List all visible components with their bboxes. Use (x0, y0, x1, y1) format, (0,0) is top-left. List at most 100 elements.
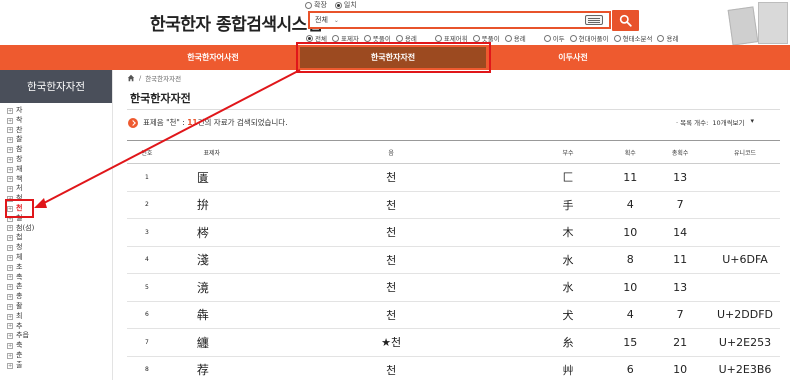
radio-icon (395, 34, 403, 42)
cell-hanja[interactable]: 荐 (166, 356, 257, 380)
cell-unicode: U+2E3B6 (710, 356, 780, 380)
expand-icon[interactable]: + (7, 284, 13, 291)
filter-example-2[interactable]: 용례 (504, 33, 526, 43)
site-title[interactable]: 한국한자 종합검색시스템 (150, 10, 322, 35)
sidebar-item[interactable]: + 출 (7, 361, 34, 371)
sidebar-item[interactable]: + 찰 (7, 135, 34, 145)
expand-icon[interactable]: + (7, 362, 13, 369)
search-input[interactable] (360, 13, 585, 27)
sidebar-item[interactable]: + 촌 (7, 282, 34, 292)
cell-total: 13 (650, 273, 711, 302)
table-row[interactable]: 4 淺 천 水 8 11 U+6DFA (127, 246, 780, 274)
expand-icon[interactable]: + (7, 117, 13, 124)
sidebar-item[interactable]: + 촬 (7, 302, 34, 312)
cell-hanja[interactable]: 拚 (166, 191, 257, 219)
expand-icon[interactable]: + (7, 352, 13, 359)
expand-icon[interactable]: + (7, 274, 13, 281)
sidebar-item[interactable]: + 추 (7, 322, 34, 332)
cell-hanja[interactable]: 梣 (166, 218, 257, 247)
expand-icon[interactable]: + (7, 264, 13, 271)
home-icon[interactable] (127, 74, 135, 82)
expand-icon[interactable]: + (7, 323, 13, 330)
table-row[interactable]: 7 纏 ★천 糸 15 21 U+2E253 (127, 328, 780, 357)
sidebar-item[interactable]: + 춘 (7, 351, 34, 361)
expand-icon[interactable]: + (7, 166, 13, 173)
expand-icon[interactable]: + (7, 313, 13, 320)
cell-no: 5 (127, 273, 167, 302)
match-option-expand[interactable]: 확장 (305, 0, 327, 10)
cell-hanja[interactable]: 纏 (166, 328, 257, 357)
cell-unicode (710, 273, 780, 302)
breadcrumb: / 한국한자자전 (127, 73, 181, 83)
sidebar-item[interactable]: + 창 (7, 155, 34, 165)
expand-icon[interactable]: + (7, 147, 13, 154)
expand-icon[interactable]: + (7, 186, 13, 193)
sidebar-item[interactable]: + 초 (7, 263, 34, 273)
sidebar-item[interactable]: + 처 (7, 184, 34, 194)
sidebar-item[interactable]: + 축 (7, 341, 34, 351)
table-row[interactable]: 6 犇 천 犬 4 7 U+2DDFD (127, 301, 780, 329)
sidebar-item[interactable]: + 자 (7, 106, 34, 116)
expand-icon[interactable]: + (7, 107, 13, 114)
match-option-exact[interactable]: 일치 (334, 0, 357, 10)
cell-hanja[interactable]: 淺 (166, 246, 257, 274)
sidebar-item[interactable]: + 채 (7, 165, 34, 175)
cell-hoek: 11 (610, 163, 651, 192)
sidebar-item-label: 책 (16, 174, 23, 183)
expand-icon[interactable]: + (7, 333, 13, 340)
table-row[interactable]: 5 滰 천 水 10 13 (127, 273, 780, 302)
expand-icon[interactable]: + (7, 176, 13, 183)
table-row[interactable]: 2拚천手47 (127, 191, 780, 219)
filter-morpheme[interactable]: 형태소분석 (613, 33, 653, 43)
sidebar-item[interactable]: + 촉 (7, 273, 34, 283)
cell-total: 10 (650, 356, 711, 380)
table-row[interactable]: 3 梣 천 木 10 14 (127, 218, 780, 247)
nav-item-hanja-word-dictionary[interactable]: 한국한자어사전 (120, 45, 306, 70)
list-count-control: · 목록 개수: 10개씩보기 ▾ (676, 117, 754, 127)
breadcrumb-current[interactable]: 한국한자자전 (145, 73, 181, 83)
expand-icon[interactable]: + (7, 235, 13, 242)
sidebar-item-label: 추읍 (16, 331, 29, 340)
nav-item-idu-dictionary[interactable]: 이두사전 (480, 45, 666, 70)
sidebar-item[interactable]: + 책 (7, 175, 34, 185)
list-count-label: · 목록 개수: (676, 119, 709, 127)
expand-icon[interactable]: + (7, 127, 13, 134)
cell-hoek: 4 (610, 301, 651, 329)
sidebar-item-label: 찬 (16, 125, 23, 134)
sidebar-item[interactable]: + 체 (7, 253, 34, 263)
sidebar-item[interactable]: + 찬 (7, 126, 34, 136)
keyboard-icon[interactable] (585, 15, 603, 25)
cell-hanja[interactable]: 犇 (166, 301, 257, 329)
cell-total: 13 (650, 163, 711, 192)
filter-modern[interactable]: 현대어풀이 (569, 33, 609, 43)
expand-icon[interactable]: + (7, 254, 13, 261)
table-row[interactable]: 8 荐 천 艸 6 10 U+2E3B6 (127, 356, 780, 380)
expand-icon[interactable]: + (7, 156, 13, 163)
filter-idu[interactable]: 이두 (543, 33, 565, 43)
cell-busu: 艸 (525, 356, 611, 380)
sidebar-item[interactable]: + 추읍 (7, 331, 34, 341)
filter-label: 형태소분석 (622, 35, 653, 43)
expand-icon[interactable]: + (7, 343, 13, 350)
cell-hanja[interactable]: 匱 (166, 163, 257, 192)
cell-no: 1 (127, 163, 167, 192)
expand-icon[interactable]: + (7, 294, 13, 301)
sidebar-item[interactable]: + 첨(섬) (7, 224, 34, 234)
expand-icon[interactable]: + (7, 225, 13, 232)
expand-icon[interactable]: + (7, 303, 13, 310)
sidebar-item[interactable]: + 참 (7, 145, 34, 155)
table-row[interactable]: 1 匱 천 匚 11 13 (127, 163, 780, 192)
sidebar-item[interactable]: + 청 (7, 243, 34, 253)
cell-unicode (710, 191, 780, 219)
search-button[interactable] (612, 10, 639, 31)
sidebar-item[interactable]: + 최 (7, 312, 34, 322)
expand-icon[interactable]: + (7, 137, 13, 144)
list-count-select[interactable]: 10개씩보기 ▾ (712, 117, 754, 127)
sidebar-item[interactable]: + 착 (7, 116, 34, 126)
cell-hanja[interactable]: 滰 (166, 273, 257, 302)
filter-example-3[interactable]: 용례 (657, 33, 678, 43)
expand-icon[interactable]: + (7, 245, 13, 252)
search-scope-select[interactable]: 전체 ⌄ (310, 13, 360, 27)
sidebar-item[interactable]: + 총 (7, 292, 34, 302)
sidebar-item[interactable]: + 첩 (7, 233, 34, 243)
